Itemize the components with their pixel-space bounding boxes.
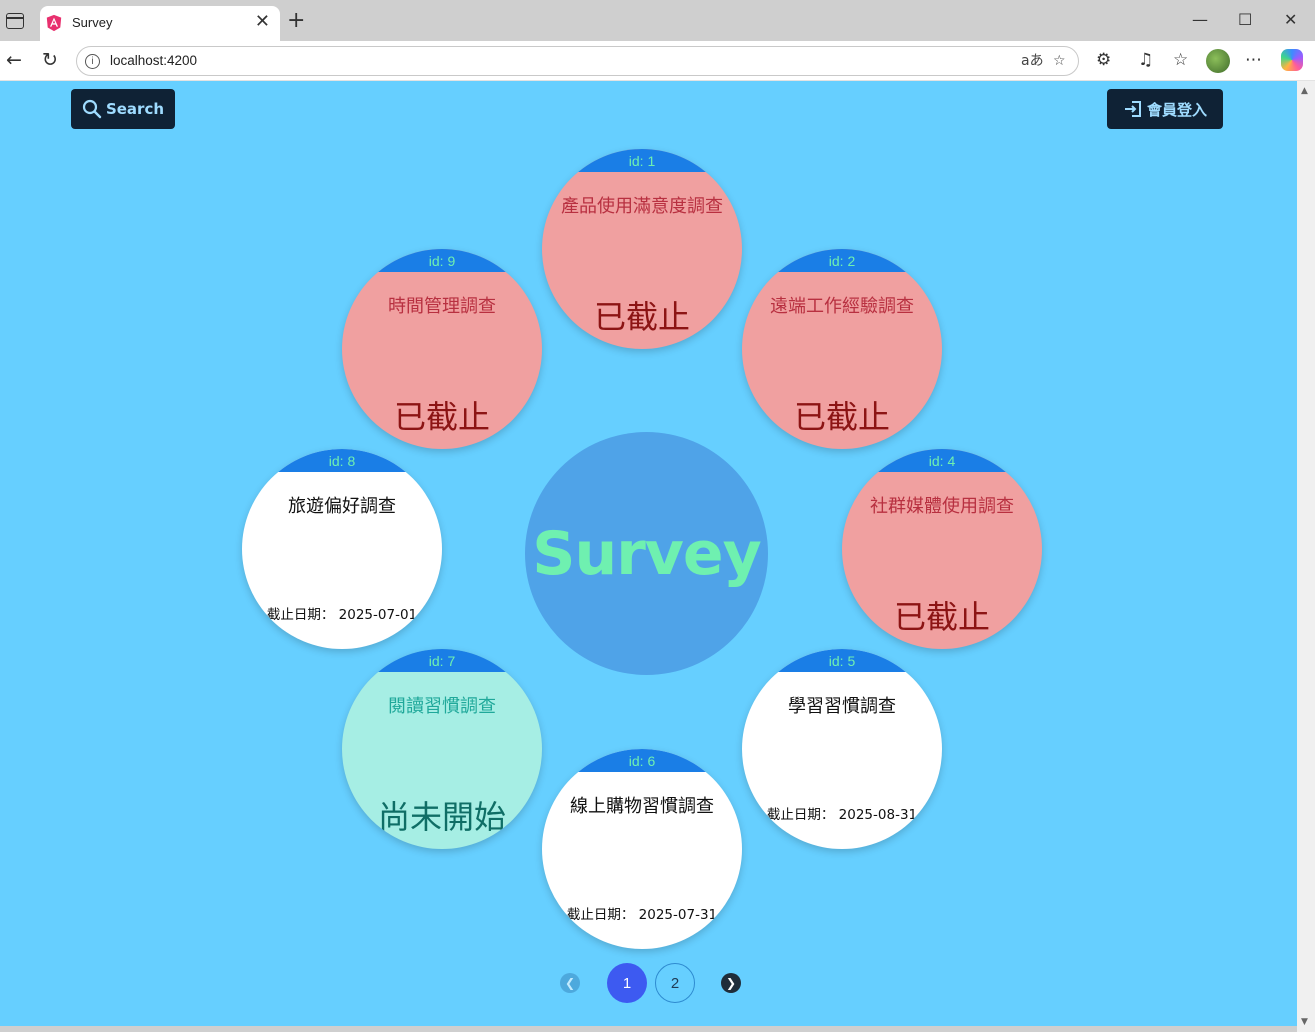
page-viewport: Search 會員登入 Survey id: 1 產品使用滿意度調查 已截止 i…	[0, 81, 1297, 1026]
survey-id-label: id: 4	[842, 449, 1042, 472]
survey-status: 已截止	[893, 598, 990, 636]
address-bar: ← ↻ i localhost:4200 aあ ☆ ⚙ ♫ ☆ ⋯	[0, 41, 1315, 81]
tab-actions-icon[interactable]	[6, 13, 24, 29]
survey-title: 閱讀習慣調查	[388, 696, 496, 717]
survey-title: 線上購物習慣調查	[570, 796, 714, 817]
chevron-left-icon: ❮	[564, 976, 576, 990]
tab-title: Survey	[72, 15, 113, 30]
survey-deadline: 截止日期： 2025-08-31	[766, 807, 918, 823]
survey-status: 已截止	[793, 398, 890, 436]
center-logo-circle: Survey	[525, 432, 768, 675]
scroll-up-icon[interactable]: ▲	[1301, 86, 1308, 96]
survey-id-label: id: 9	[342, 249, 542, 272]
survey-title: 時間管理調查	[388, 296, 496, 317]
vertical-scrollbar[interactable]: ▲ ▼	[1297, 81, 1315, 1032]
survey-status: 已截止	[593, 298, 690, 336]
more-menu-icon[interactable]: ⋯	[1245, 51, 1262, 69]
survey-deadline: 截止日期： 2025-07-31	[566, 907, 718, 923]
chevron-right-icon: ❯	[725, 976, 737, 990]
favorite-star-icon[interactable]: ☆	[1053, 53, 1066, 69]
search-button-label: Search	[105, 100, 165, 118]
close-tab-icon[interactable]: ✕	[255, 13, 270, 31]
window-bottom-edge	[0, 1026, 1297, 1032]
survey-title: 遠端工作經驗調查	[770, 296, 914, 317]
survey-card-8[interactable]: id: 8 旅遊偏好調查 截止日期： 2025-07-01	[242, 449, 442, 649]
scroll-down-icon[interactable]: ▼	[1301, 1017, 1308, 1027]
survey-id-label: id: 7	[342, 649, 542, 672]
survey-card-6[interactable]: id: 6 線上購物習慣調查 截止日期： 2025-07-31	[542, 749, 742, 949]
copilot-icon[interactable]	[1281, 49, 1303, 71]
survey-id-label: id: 2	[742, 249, 942, 272]
favorites-icon[interactable]: ☆	[1173, 51, 1188, 69]
new-tab-icon[interactable]: +	[287, 10, 305, 32]
survey-card-1[interactable]: id: 1 產品使用滿意度調查 已截止	[542, 149, 742, 349]
login-button-label: 會員登入	[1146, 100, 1207, 119]
url-field[interactable]: i localhost:4200 aあ ☆	[76, 46, 1079, 76]
reload-icon[interactable]: ↻	[42, 50, 58, 70]
survey-status: 尚未開始	[377, 798, 506, 836]
media-icon[interactable]: ♫	[1138, 51, 1153, 69]
close-window-icon[interactable]: ✕	[1284, 11, 1297, 29]
survey-card-9[interactable]: id: 9 時間管理調查 已截止	[342, 249, 542, 449]
read-aloud-icon[interactable]: aあ	[1021, 53, 1044, 69]
maximize-icon[interactable]: ☐	[1238, 11, 1252, 29]
page-button-1[interactable]: 1	[607, 963, 647, 1003]
login-button[interactable]: 會員登入	[1107, 89, 1223, 129]
survey-id-label: id: 5	[742, 649, 942, 672]
survey-card-2[interactable]: id: 2 遠端工作經驗調查 已截止	[742, 249, 942, 449]
angular-logo-icon	[46, 14, 62, 32]
survey-title: 旅遊偏好調查	[288, 496, 396, 517]
survey-id-label: id: 1	[542, 149, 742, 172]
profile-avatar[interactable]	[1206, 49, 1230, 73]
survey-id-label: id: 6	[542, 749, 742, 772]
survey-title: 社群媒體使用調查	[870, 496, 1014, 517]
browser-tab[interactable]: Survey ✕	[40, 6, 280, 41]
minimize-icon[interactable]: —	[1192, 11, 1208, 29]
survey-id-label: id: 8	[242, 449, 442, 472]
search-button[interactable]: Search	[71, 89, 175, 129]
url-text: localhost:4200	[110, 53, 198, 68]
survey-title: 產品使用滿意度調查	[561, 196, 723, 217]
browser-tab-bar: Survey ✕ + — ☐ ✕	[0, 0, 1315, 41]
site-info-icon[interactable]: i	[85, 54, 100, 69]
survey-card-5[interactable]: id: 5 學習習慣調查 截止日期： 2025-08-31	[742, 649, 942, 849]
survey-deadline: 截止日期： 2025-07-01	[266, 607, 418, 623]
extensions-icon[interactable]: ⚙	[1096, 51, 1111, 69]
survey-status: 已截止	[393, 398, 490, 436]
prev-page-button[interactable]: ❮	[560, 973, 580, 993]
login-icon	[1124, 101, 1141, 117]
survey-card-7[interactable]: id: 7 閱讀習慣調查 尚未開始	[342, 649, 542, 849]
search-icon	[82, 99, 102, 119]
back-icon[interactable]: ←	[6, 50, 22, 70]
next-page-button[interactable]: ❯	[721, 973, 741, 993]
page-button-2[interactable]: 2	[655, 963, 695, 1003]
survey-card-4[interactable]: id: 4 社群媒體使用調查 已截止	[842, 449, 1042, 649]
survey-title: 學習習慣調查	[788, 696, 896, 717]
center-title: Survey	[532, 518, 761, 589]
